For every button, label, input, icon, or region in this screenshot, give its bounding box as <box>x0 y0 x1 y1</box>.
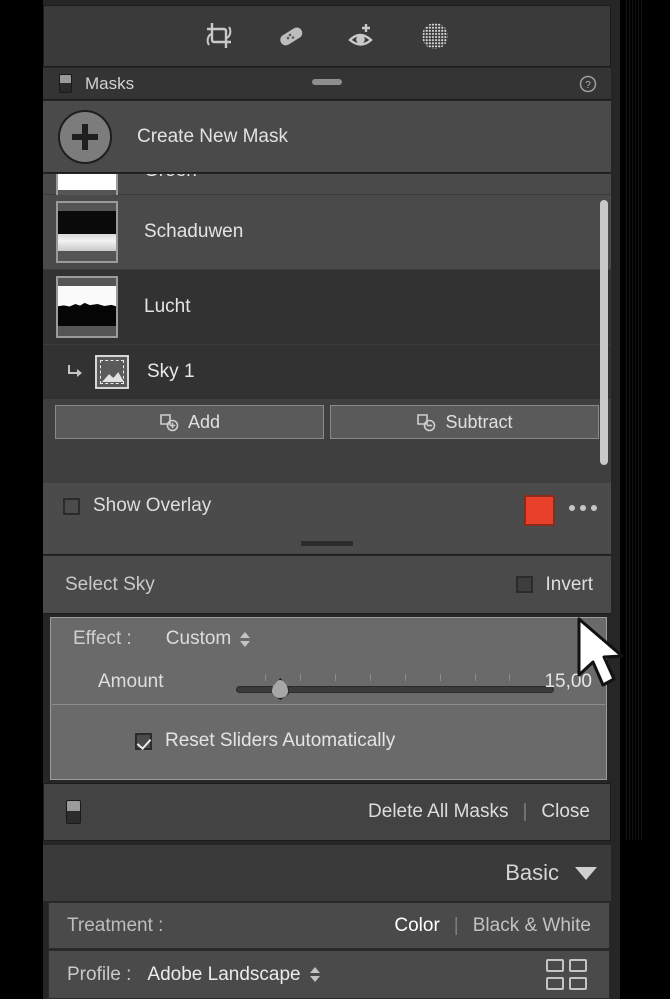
add-button[interactable]: Add <box>55 405 324 439</box>
profile-stepper-icon[interactable] <box>309 967 320 982</box>
select-sky-row: Select Sky Invert <box>43 556 611 614</box>
profile-row: Profile : Adobe Landscape <box>48 950 610 999</box>
panel-resize-handle[interactable] <box>301 541 353 546</box>
invert-label: Invert <box>545 573 593 595</box>
grid-four-icon[interactable] <box>546 959 587 990</box>
masks-panel-header[interactable]: Masks ? <box>43 68 611 100</box>
masks-panel-title: Masks <box>85 73 135 93</box>
subtract-mask-icon <box>417 414 436 432</box>
branch-arrow-icon <box>67 363 85 381</box>
mask-list: Groen Schaduwen Lucht <box>43 174 611 483</box>
show-overlay-checkbox[interactable] <box>63 497 80 515</box>
reset-sliders-row: Reset Sliders Automatically <box>51 705 606 777</box>
panel-switch-icon[interactable] <box>59 74 72 93</box>
sub-mask-row-sky1[interactable]: Sky 1 <box>43 345 611 399</box>
triangle-down-icon[interactable] <box>575 866 597 880</box>
eye-plus-icon[interactable] <box>346 19 380 53</box>
mask-list-item-groen[interactable]: Groen <box>43 174 611 202</box>
lightroom-develop-right-panel: Masks ? Create New Mask Groen <box>0 0 670 999</box>
reset-sliders-checkbox[interactable] <box>135 732 152 750</box>
basic-panel-header[interactable]: Basic <box>43 845 611 901</box>
mask-list-item-schaduwen[interactable]: Schaduwen <box>43 195 611 270</box>
treatment-separator: | <box>453 914 459 936</box>
masks-bottom-bar: Delete All Masks | Close <box>43 783 611 841</box>
amount-slider[interactable] <box>236 674 554 700</box>
add-mask-icon <box>160 414 179 432</box>
treatment-row: Treatment : Color | Black & White <box>48 902 610 949</box>
mask-list-scrollbar[interactable] <box>600 200 608 465</box>
treatment-bw-option[interactable]: Black & White <box>473 915 591 937</box>
close-button[interactable]: Close <box>541 801 590 823</box>
effect-panel: Effect : Custom Amount 15,00 Reset Slide… <box>50 617 607 780</box>
mask-name: Lucht <box>144 296 191 317</box>
ellipsis-icon[interactable] <box>569 505 597 511</box>
panel-grab-handle[interactable] <box>312 79 342 85</box>
dotted-circle-icon[interactable] <box>418 19 452 53</box>
panel-column: Masks ? Create New Mask Groen <box>43 0 620 999</box>
effect-label: Effect : <box>73 628 132 649</box>
mask-name: Schaduwen <box>144 221 244 242</box>
svg-text:?: ? <box>585 80 591 91</box>
show-overlay-label: Show Overlay <box>93 495 212 516</box>
profile-label: Profile : <box>67 963 132 985</box>
show-overlay-section: Show Overlay <box>43 483 611 555</box>
effect-row: Effect : Custom <box>51 618 606 660</box>
mask-thumbnail <box>56 201 118 263</box>
bottom-bar-separator: | <box>522 801 528 822</box>
add-subtract-row: Add Subtract <box>43 399 611 439</box>
delete-all-masks-button[interactable]: Delete All Masks <box>368 801 508 823</box>
effect-value[interactable]: Custom <box>166 628 231 650</box>
mask-thumbnail <box>56 276 118 338</box>
bandage-icon[interactable] <box>274 19 308 53</box>
mask-name: Groen <box>144 174 197 182</box>
plus-circle-icon[interactable] <box>58 109 112 164</box>
amount-row: Amount 15,00 <box>51 660 606 704</box>
invert-checkbox[interactable] <box>516 576 534 593</box>
crop-rotate-icon[interactable] <box>202 19 236 53</box>
effect-stepper-icon[interactable] <box>240 631 251 647</box>
overlay-color-swatch[interactable] <box>524 495 555 526</box>
add-button-label: Add <box>187 411 221 432</box>
develop-tool-strip <box>43 5 611 67</box>
treatment-color-option[interactable]: Color <box>394 915 439 937</box>
window-edge-lines <box>624 0 646 840</box>
amount-value[interactable]: 15,00 <box>544 671 592 693</box>
question-mark-icon[interactable]: ? <box>579 75 597 93</box>
select-sky-label: Select Sky <box>65 573 155 595</box>
slider-ticks <box>236 674 554 682</box>
mask-list-item-lucht[interactable]: Lucht <box>43 270 611 345</box>
sky-select-icon <box>95 355 129 389</box>
amount-label: Amount <box>98 671 164 692</box>
subtract-button[interactable]: Subtract <box>330 405 599 439</box>
sub-mask-name: Sky 1 <box>147 361 195 382</box>
create-new-mask-row[interactable]: Create New Mask <box>43 101 611 173</box>
panel-switch-icon[interactable] <box>66 800 81 824</box>
treatment-label: Treatment : <box>67 914 164 936</box>
subtract-button-label: Subtract <box>445 411 513 432</box>
create-new-mask-label: Create New Mask <box>137 125 288 147</box>
reset-sliders-label: Reset Sliders Automatically <box>165 730 396 751</box>
profile-value[interactable]: Adobe Landscape <box>147 964 300 986</box>
basic-panel-title: Basic <box>505 860 559 885</box>
